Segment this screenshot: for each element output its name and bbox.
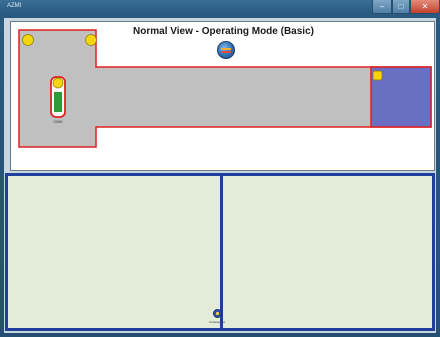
client-area: Normal View - Operating Mode (Basic) 000… <box>4 18 436 333</box>
device-label: 0006 <box>54 119 64 124</box>
application-window: AZMI – □ ✕ Normal View - Operating Mode … <box>0 0 440 337</box>
marker-zone[interactable] <box>372 70 383 81</box>
minimize-button[interactable]: – <box>372 0 392 14</box>
bottom-view-area <box>5 173 435 331</box>
floor-plan[interactable]: 0006 <box>11 22 436 172</box>
right-pane[interactable] <box>223 176 432 328</box>
left-pane[interactable] <box>8 176 220 328</box>
floor-area[interactable] <box>18 29 432 148</box>
sensor-label: Unassigned <box>209 320 225 324</box>
marker-top-left[interactable] <box>22 34 34 46</box>
marker-top-middle[interactable] <box>85 34 97 46</box>
device-tile-body <box>54 92 62 112</box>
floor-plan-panel[interactable]: Normal View - Operating Mode (Basic) 000… <box>10 21 435 171</box>
device-indicator-icon <box>52 77 64 89</box>
maximize-button[interactable]: □ <box>392 0 410 14</box>
sensor-icon[interactable] <box>213 309 222 318</box>
window-title: AZMI <box>7 3 22 9</box>
title-bar[interactable]: AZMI – □ ✕ <box>0 0 440 18</box>
close-button[interactable]: ✕ <box>410 0 440 14</box>
